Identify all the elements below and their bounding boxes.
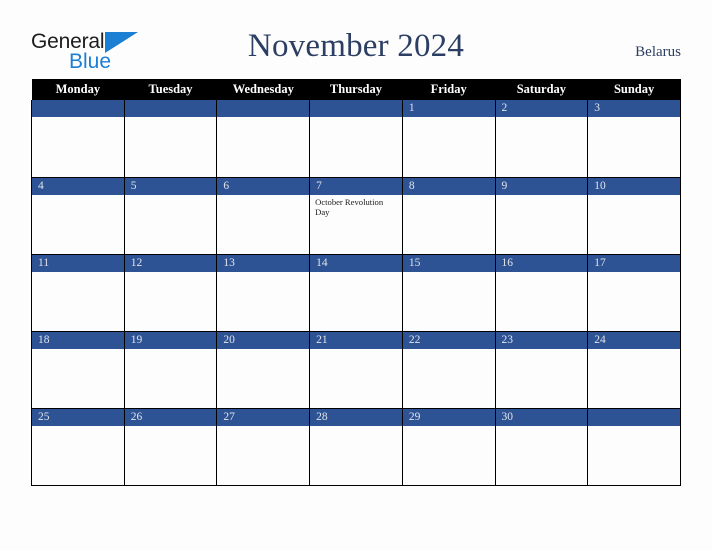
calendar-day-cell[interactable]: 25: [31, 408, 125, 486]
day-number: [32, 100, 124, 117]
calendar-day-cell[interactable]: 17: [587, 254, 681, 332]
calendar-day-cell[interactable]: 12: [123, 254, 218, 332]
day-number: 24: [588, 331, 680, 349]
day-events: October Revolution Day: [310, 195, 402, 218]
day-number: 18: [32, 331, 124, 349]
calendar-empty-cell[interactable]: [587, 408, 681, 486]
day-number: 15: [402, 254, 495, 272]
day-number: 14: [310, 254, 402, 272]
day-number: 25: [32, 408, 124, 426]
calendar-day-cell[interactable]: 6: [216, 177, 311, 255]
weekday-header-wednesday: Wednesday: [216, 79, 310, 100]
holiday-label: October Revolution Day: [315, 196, 384, 218]
calendar-day-cell[interactable]: 27: [216, 408, 311, 486]
day-number: 23: [495, 331, 588, 349]
day-number: 29: [402, 408, 495, 426]
calendar-day-cell[interactable]: 18: [31, 331, 125, 409]
day-number: 22: [402, 331, 495, 349]
day-number: 13: [217, 254, 310, 272]
day-number: [588, 408, 680, 426]
calendar-empty-cell[interactable]: [123, 100, 218, 178]
calendar-week-row: 123: [31, 100, 681, 178]
calendar-empty-cell[interactable]: [309, 100, 403, 178]
day-number: 2: [495, 100, 588, 117]
calendar-day-cell[interactable]: 1: [401, 100, 496, 178]
day-number: 3: [588, 100, 680, 117]
calendar-day-cell[interactable]: 24: [587, 331, 681, 409]
page-header: General Blue November 2024 Belarus: [0, 0, 712, 78]
calendar-day-cell[interactable]: 2: [494, 100, 589, 178]
day-number: 30: [495, 408, 588, 426]
calendar-day-cell[interactable]: 22: [401, 331, 496, 409]
day-number: 27: [217, 408, 310, 426]
calendar-day-cell[interactable]: 7 October Revolution Day: [309, 177, 403, 255]
calendar-day-cell[interactable]: 26: [123, 408, 218, 486]
day-number: 17: [588, 254, 680, 272]
calendar-day-cell[interactable]: 21: [309, 331, 403, 409]
day-number: 5: [124, 177, 217, 195]
month-calendar-grid: Monday Tuesday Wednesday Thursday Friday Satu…: [31, 79, 681, 486]
calendar-day-cell[interactable]: 10: [587, 177, 681, 255]
day-number: 7: [310, 177, 402, 195]
day-number: 19: [124, 331, 217, 349]
calendar-day-cell[interactable]: 11: [31, 254, 125, 332]
day-number: 4: [32, 177, 124, 195]
calendar-day-cell[interactable]: 20: [216, 331, 311, 409]
calendar-day-cell[interactable]: 28: [309, 408, 403, 486]
calendar-day-cell[interactable]: 14: [309, 254, 403, 332]
day-number: 11: [32, 254, 124, 272]
weekday-header-thursday: Thursday: [309, 79, 403, 100]
calendar-body: 1 2 3 4 5 6 7 October Revolution Day 8 9 10 11 12 13 1…: [31, 100, 681, 486]
calendar-day-cell[interactable]: 3: [587, 100, 681, 178]
weekday-header-saturday: Saturday: [495, 79, 588, 100]
weekday-header-row: Monday Tuesday Wednesday Thursday Friday Satu…: [31, 79, 681, 100]
calendar-day-cell[interactable]: 30: [494, 408, 589, 486]
calendar-day-cell[interactable]: 9: [494, 177, 589, 255]
calendar-week-row: 25 26 27 28 29 30: [31, 408, 681, 486]
day-number: 16: [495, 254, 588, 272]
calendar-day-cell[interactable]: 23: [494, 331, 589, 409]
calendar-week-row: 18 19 20 21 22 23 24: [31, 331, 681, 409]
day-number: 10: [588, 177, 680, 195]
weekday-header-sunday: Sunday: [587, 79, 681, 100]
calendar-page: General Blue November 2024 Belarus Monda…: [0, 0, 712, 550]
day-number: [217, 100, 310, 117]
calendar-day-cell[interactable]: 15: [401, 254, 496, 332]
day-number: 21: [310, 331, 402, 349]
calendar-week-row: 4 5 6 7 October Revolution Day 8 9 10: [31, 177, 681, 255]
calendar-empty-cell[interactable]: [216, 100, 311, 178]
day-number: 28: [310, 408, 402, 426]
calendar-day-cell[interactable]: 13: [216, 254, 311, 332]
weekday-header-tuesday: Tuesday: [124, 79, 217, 100]
day-number: 20: [217, 331, 310, 349]
calendar-day-cell[interactable]: 4: [31, 177, 125, 255]
calendar-day-cell[interactable]: 19: [123, 331, 218, 409]
day-number: 1: [402, 100, 495, 117]
calendar-day-cell[interactable]: 16: [494, 254, 589, 332]
region-label: Belarus: [635, 44, 681, 60]
weekday-header-friday: Friday: [402, 79, 496, 100]
day-number: 8: [402, 177, 495, 195]
day-number: 12: [124, 254, 217, 272]
calendar-week-row: 11 12 13 14 15 16 17: [31, 254, 681, 332]
page-title: November 2024: [247, 28, 465, 64]
day-number: 6: [217, 177, 310, 195]
calendar-day-cell[interactable]: 8: [401, 177, 496, 255]
day-number: 26: [124, 408, 217, 426]
calendar-empty-cell[interactable]: [31, 100, 125, 178]
day-number: [124, 100, 217, 117]
weekday-header-monday: Monday: [31, 79, 125, 100]
day-number: 9: [495, 177, 588, 195]
calendar-day-cell[interactable]: 5: [123, 177, 218, 255]
day-number: [310, 100, 402, 117]
calendar-day-cell[interactable]: 29: [401, 408, 496, 486]
